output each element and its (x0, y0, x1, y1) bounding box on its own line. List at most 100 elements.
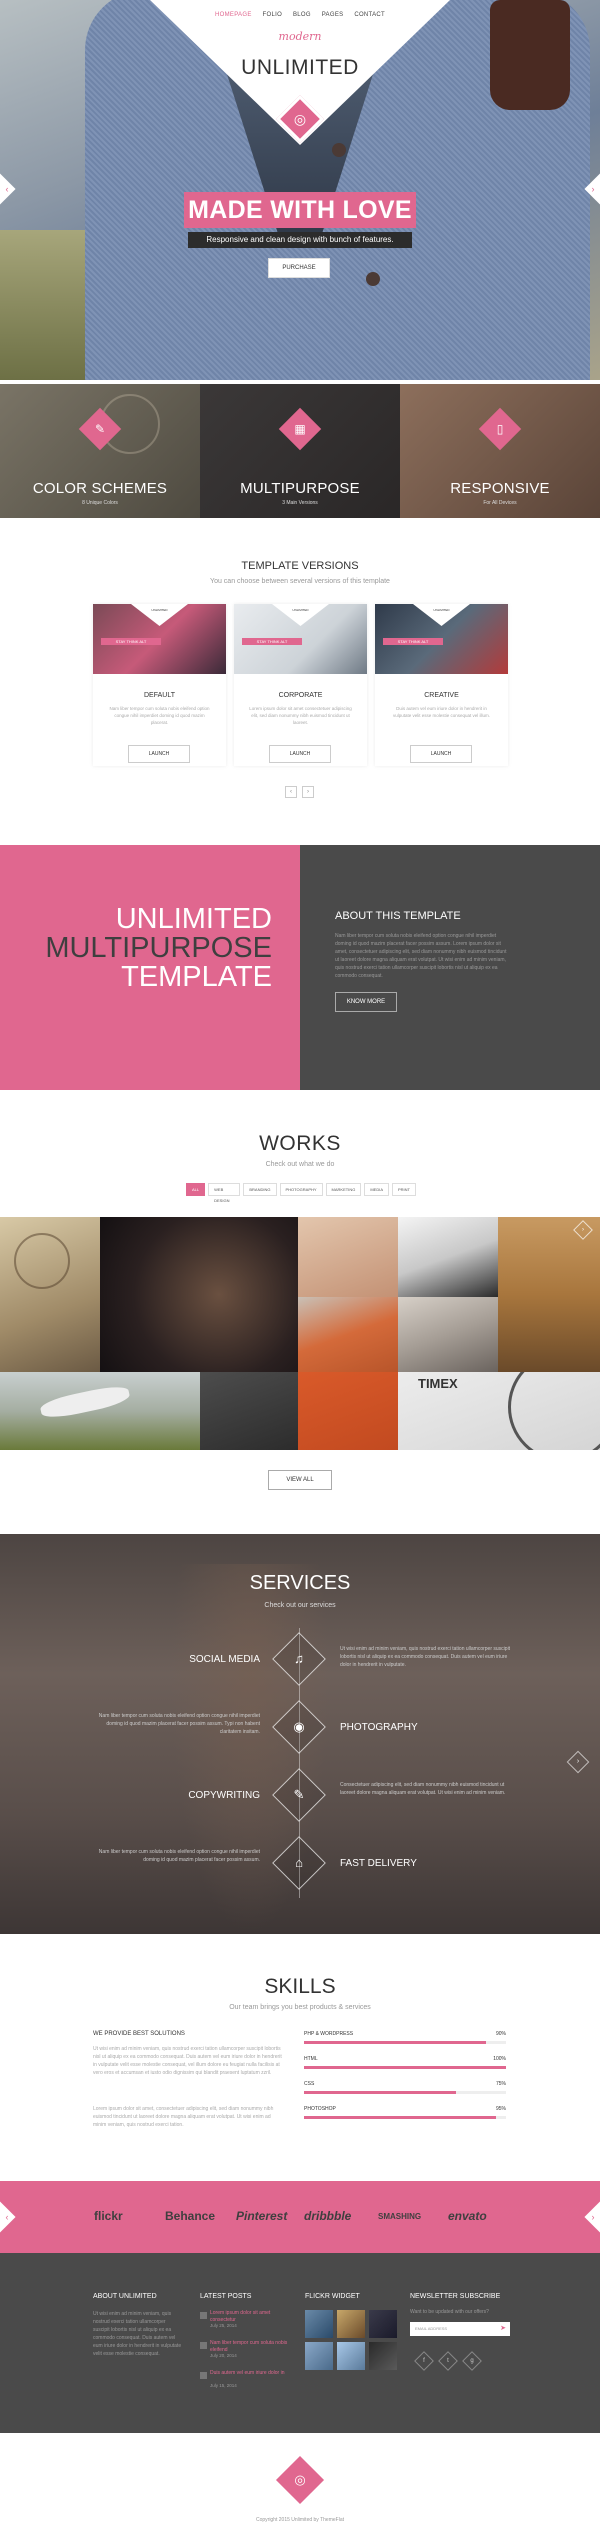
services-subtitle: Check out our services (264, 1602, 336, 1609)
post-title[interactable]: Nam liber tempor cum soluta nobis eleife… (210, 2340, 295, 2354)
filter-web-design[interactable]: WEB DESIGN (208, 1183, 241, 1203)
version-thumbnail[interactable]: UNLIMITED STAY THINK ALT (234, 604, 367, 674)
feature-subtitle: 3 Main Versions (282, 500, 318, 506)
nav-item-blog[interactable]: BLOG (293, 12, 311, 24)
facebook-icon: f (423, 2358, 425, 2364)
version-description: Lorem ipsum dolor sit amet consectetuer … (249, 706, 352, 725)
service-name: PHOTOGRAPHY (340, 1722, 418, 1733)
chevron-right-icon: › (576, 1758, 580, 1765)
client-logo-envato[interactable]: envato (448, 2209, 487, 2223)
nav-item-folio[interactable]: FOLIO (263, 12, 283, 24)
feature-title: MULTIPURPOSE (240, 480, 360, 497)
thumbnail-logo: UNLIMITED (151, 608, 168, 612)
version-name: CORPORATE (278, 692, 323, 699)
nav-item-homepage[interactable]: HOMEPAGE (215, 12, 252, 24)
flickr-photo[interactable] (369, 2310, 397, 2338)
view-all-button[interactable]: VIEW ALL (268, 1470, 332, 1490)
footer-newsletter-title: NEWSLETTER SUBSCRIBE (410, 2293, 501, 2300)
hero-jacket-button (366, 272, 380, 286)
purchase-button[interactable]: PURCHASE (268, 258, 330, 278)
post-date: July 15, 2014 (210, 2383, 237, 2388)
work-item[interactable] (200, 1372, 298, 1450)
skill-bar-fill (304, 2041, 486, 2044)
skill-bar-fill (304, 2091, 456, 2094)
filter-all[interactable]: ALL (186, 1183, 206, 1196)
thumbnail-headline: STAY THINK ALT (101, 638, 161, 645)
copyright: Copyright 2015 Unlimited by ThemeFlat (255, 2517, 344, 2523)
post-title[interactable]: Lorem ipsum dolor sit amet consectetur (210, 2310, 295, 2324)
work-item[interactable] (298, 1372, 398, 1450)
nav-item-pages[interactable]: PAGES (322, 12, 344, 24)
work-item[interactable]: TIMEX (398, 1372, 600, 1450)
chevron-right-icon: › (591, 184, 595, 194)
filter-marketing[interactable]: MARKETING (325, 1183, 362, 1196)
newsletter-email-input[interactable]: EMAIL ADDRESS (410, 2322, 510, 2336)
service-name: SOCIAL MEDIA (189, 1654, 260, 1665)
feature-multipurpose[interactable]: ▦ MULTIPURPOSE 3 Main Versions (200, 384, 400, 518)
version-thumbnail[interactable]: UNLIMITED STAY THINK ALT (93, 604, 226, 674)
version-thumbnail[interactable]: UNLIMITED STAY THINK ALT (375, 604, 508, 674)
client-logo-smashing[interactable]: SMASHING (378, 2212, 421, 2221)
brand-script[interactable]: modern (250, 30, 350, 43)
launch-button[interactable]: LAUNCH (269, 745, 331, 763)
flickr-photo[interactable] (305, 2342, 333, 2370)
flickr-photo[interactable] (305, 2310, 333, 2338)
chevron-left-icon: ‹ (5, 2212, 9, 2222)
work-item[interactable] (298, 1297, 398, 1372)
microphone-icon: ♫ (294, 1651, 304, 1666)
template-versions-subtitle: You can choose between several versions … (210, 578, 390, 585)
send-icon[interactable]: ➤ (496, 2322, 510, 2336)
flickr-photo[interactable] (369, 2342, 397, 2370)
post-title[interactable]: Duis autem vel eum iriure dolor in (210, 2370, 295, 2377)
thumbnail-headline: STAY THINK ALT (242, 638, 302, 645)
phone-icon: ▯ (496, 422, 504, 436)
hero-glove-image (490, 0, 570, 110)
work-item[interactable] (398, 1297, 498, 1372)
dreamcatcher-image (14, 1233, 70, 1289)
feature-responsive[interactable]: ▯ RESPONSIVE For All Devices (400, 384, 600, 518)
skill-bar (304, 2091, 506, 2094)
skill-label: PHOTOSHOP (304, 2106, 336, 2112)
work-item[interactable] (0, 1372, 200, 1450)
skill-bar (304, 2116, 506, 2119)
unlimited-line: MULTIPURPOSE (45, 932, 272, 964)
work-item[interactable]: › (498, 1217, 600, 1372)
feature-background (400, 384, 600, 518)
client-logo-behance[interactable]: Behance (165, 2209, 215, 2223)
client-logo-flickr[interactable]: flickr (94, 2209, 123, 2223)
version-card-default: UNLIMITED STAY THINK ALT DEFAULT Nam lib… (93, 604, 226, 766)
feature-title: COLOR SCHEMES (32, 480, 168, 497)
feature-subtitle: For All Devices (483, 500, 517, 506)
filter-photography[interactable]: PHOTOGRAPHY (279, 1183, 323, 1196)
launch-button[interactable]: LAUNCH (410, 745, 472, 763)
know-more-button[interactable]: KNOW MORE (335, 992, 397, 1012)
flickr-photo[interactable] (337, 2342, 365, 2370)
launch-button[interactable]: LAUNCH (128, 745, 190, 763)
feature-title: RESPONSIVE (450, 480, 550, 497)
brand-title[interactable]: UNLIMITED (200, 56, 400, 80)
airplane-image (38, 1382, 132, 1422)
client-logo-pinterest[interactable]: Pinterest (236, 2209, 287, 2223)
post-date: July 25, 2014 (210, 2323, 237, 2328)
nav-item-contact[interactable]: CONTACT (354, 12, 385, 24)
version-name: DEFAULT (144, 692, 175, 699)
version-name: CREATIVE (424, 692, 459, 699)
flickr-photo[interactable] (337, 2310, 365, 2338)
carousel-prev-button[interactable]: ‹ (285, 786, 297, 798)
carousel-next-button[interactable]: › (302, 786, 314, 798)
filter-branding[interactable]: BRANDING (243, 1183, 277, 1196)
filter-print[interactable]: PRINT (392, 1183, 416, 1196)
client-logo-dribbble[interactable]: dribbble (304, 2209, 351, 2223)
work-item[interactable] (398, 1217, 498, 1297)
skills-paragraph: Lorem ipsum dolor sit amet, consectetuer… (93, 2106, 274, 2128)
skill-label: HTML (304, 2056, 318, 2062)
newsletter-text: Want to be updated with our offers? (410, 2309, 489, 2315)
hero-jacket-button (332, 143, 346, 157)
work-item[interactable] (100, 1217, 298, 1372)
work-item[interactable] (0, 1217, 100, 1372)
skill-percent: 90% (495, 2031, 506, 2037)
filter-media[interactable]: MEDIA (364, 1183, 389, 1196)
feature-color-schemes[interactable]: ✎ COLOR SCHEMES 8 Unique Colors (0, 384, 200, 518)
clock-image (508, 1372, 600, 1450)
works-subtitle: Check out what we do (265, 1161, 335, 1168)
